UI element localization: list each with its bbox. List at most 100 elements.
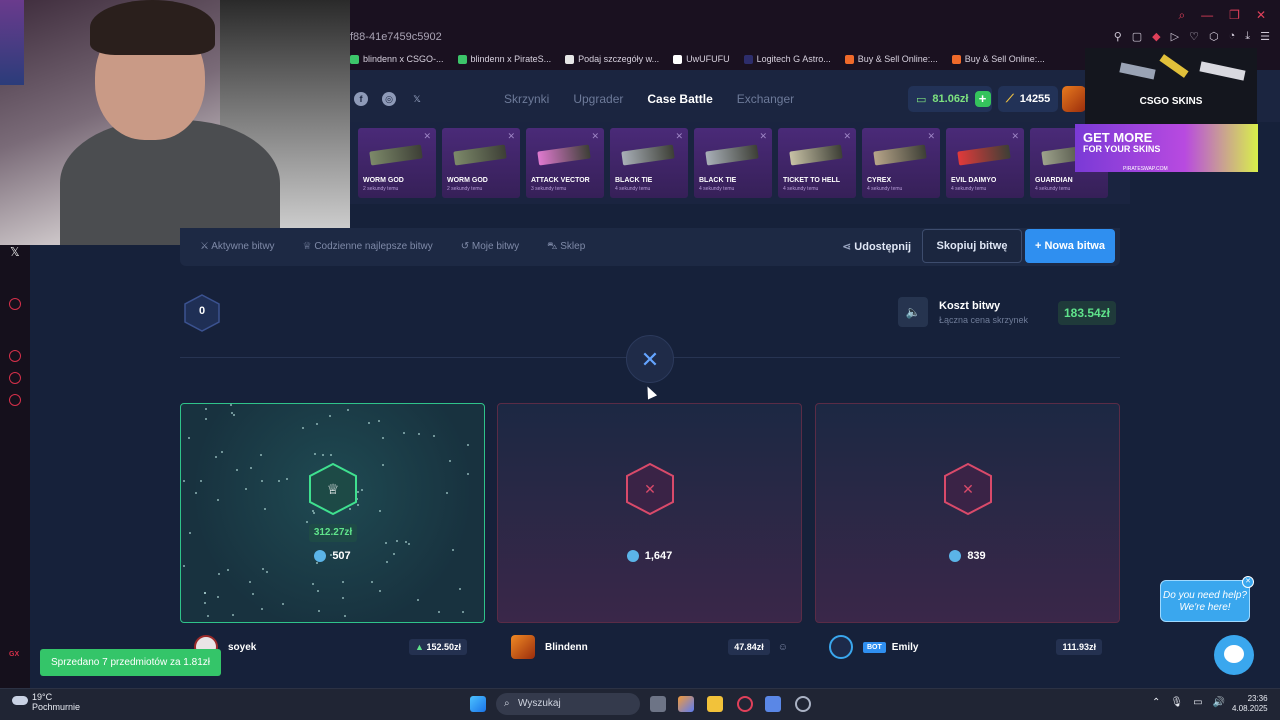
weapon-skin-image [873, 144, 927, 166]
bookmark-favicon-icon [350, 54, 359, 64]
search-icon[interactable]: ⌕ [1178, 8, 1185, 23]
snapshot-icon[interactable]: ▢ [1132, 30, 1142, 43]
download-icon[interactable]: ⤓ [1245, 30, 1250, 43]
chat-button[interactable] [1214, 635, 1254, 675]
tab-skrzynki[interactable]: Skrzynki [504, 92, 549, 106]
star-dot [188, 437, 190, 439]
bookmark-item[interactable]: Logitech G Astro... [743, 54, 831, 64]
sound-toggle-button[interactable]: 🔈 [898, 297, 928, 327]
player-name[interactable]: Blindenn [545, 642, 588, 653]
star-dot [316, 562, 318, 564]
drop-card[interactable]: ✕ CYREX 4 sekundy temu [862, 128, 940, 198]
play-icon[interactable]: ▷ [1171, 30, 1179, 43]
microphone-icon[interactable]: 🎙 [1170, 697, 1183, 708]
taskbar-clock[interactable]: 23:36 4.08.2025 [1232, 694, 1268, 714]
copilot-icon[interactable] [678, 696, 694, 712]
restore-icon[interactable]: ❐ [1229, 8, 1240, 23]
drop-card[interactable]: ✕ BLACK TIE 4 sekundy temu [694, 128, 772, 198]
x-twitter-icon[interactable]: 𝕏 [410, 92, 424, 106]
instagram-icon[interactable]: ◎ [382, 92, 396, 106]
menu-icon[interactable]: ☰ [1260, 30, 1270, 43]
drop-card[interactable]: ✕ EVIL DAIMYO 4 sekundy temu [946, 128, 1024, 198]
heart-icon[interactable]: ♡ [1189, 30, 1199, 43]
lost-hexagon: ✕ [944, 462, 992, 516]
chevron-up-icon[interactable]: ⌃ [1152, 697, 1160, 708]
new-battle-button[interactable]: + Nowa bitwa [1025, 229, 1115, 263]
drop-card[interactable]: ✕ WORM GOD 2 sekundy temu [358, 128, 436, 198]
app-icon[interactable] [795, 696, 811, 712]
star-dot [316, 423, 318, 425]
drop-card[interactable]: ✕ WORM GOD 2 sekundy temu [442, 128, 520, 198]
close-icon[interactable]: ✕ [927, 131, 935, 142]
store-icon[interactable] [765, 696, 781, 712]
close-icon[interactable]: ✕ [759, 131, 767, 142]
pocket-icon[interactable]: ◆ [1152, 30, 1160, 43]
player-panel-winner: ♕ 312.27zł 507 [180, 403, 485, 623]
share-button[interactable]: ⋖ Udostępnij [842, 240, 911, 253]
weather-widget[interactable]: 19°C Pochmurnie [12, 692, 80, 712]
file-explorer-icon[interactable] [707, 696, 723, 712]
star-dot [417, 599, 419, 601]
close-icon[interactable]: ✕ [423, 131, 431, 142]
star-dot [236, 469, 238, 471]
player-row: Blindenn 47.84zł ☺ [497, 630, 802, 664]
smiley-icon[interactable]: ☺ [778, 642, 788, 653]
player-avatar[interactable] [511, 635, 535, 659]
bookmark-item[interactable]: Buy & Sell Online:... [951, 54, 1045, 64]
link-daily-best[interactable]: ♕ Codzienne najlepsze bitwy [303, 241, 433, 254]
player-total: ▲ 152.50zł [409, 639, 467, 655]
extensions-icon[interactable]: ⬡ [1209, 30, 1219, 43]
help-bubble[interactable]: Do you need help? We're here! ✕ [1160, 576, 1254, 622]
link-active-battles[interactable]: ⚔ Aktywne bitwy [200, 241, 275, 254]
pin-icon[interactable]: ⚲ [1114, 30, 1122, 43]
deposit-plus-icon[interactable]: + [974, 91, 991, 107]
close-icon[interactable]: ✕ [675, 131, 683, 142]
weather-temp: 19°C [32, 692, 53, 702]
drop-name: CYREX [867, 177, 892, 184]
balance-display[interactable]: ▭ 81.06zł + [908, 86, 992, 112]
drop-card[interactable]: ✕ ATTACK VECTOR 3 sekundy temu [526, 128, 604, 198]
copy-battle-button[interactable]: Skopiuj bitwę [922, 229, 1022, 263]
volume-icon[interactable]: 🔊 [1213, 697, 1225, 708]
bookmark-item[interactable]: Buy & Sell Online:... [844, 54, 938, 64]
rifle-image [1199, 61, 1246, 81]
bookmark-item[interactable]: blindenn x CSGO-... [350, 54, 444, 64]
close-icon[interactable]: ✕ [843, 131, 851, 142]
drop-time: 4 sekundy temu [867, 186, 903, 192]
close-icon[interactable]: ✕ [1256, 8, 1266, 23]
coins-display[interactable]: ⟋ 14255 [998, 86, 1058, 112]
ad-banner[interactable]: GET MORE FOR YOUR SKINS PIRATESWAP.COM [1075, 124, 1258, 172]
star-dot [230, 404, 232, 406]
account-icon[interactable]: ◔ [1229, 30, 1236, 43]
settings-icon[interactable] [9, 394, 21, 406]
toast-notification[interactable]: Sprzedano 7 przedmiotów za 1.81zł [40, 649, 221, 676]
player-name[interactable]: soyek [228, 642, 256, 653]
tab-upgrader[interactable]: Upgrader [573, 92, 623, 106]
link-my-battles[interactable]: ↺ Moje bitwy [461, 241, 519, 254]
social-links: f ◎ 𝕏 [354, 92, 424, 106]
bookmark-item[interactable]: blindenn x PirateS... [457, 54, 551, 64]
close-icon[interactable]: ✕ [507, 131, 515, 142]
close-icon[interactable]: ✕ [591, 131, 599, 142]
task-view-icon[interactable] [650, 696, 666, 712]
history-icon[interactable] [9, 350, 21, 362]
windows-start-icon[interactable] [470, 696, 486, 712]
facebook-icon[interactable]: f [354, 92, 368, 106]
drop-card[interactable]: ✕ TICKET TO HELL 4 sekundy temu [778, 128, 856, 198]
x-twitter-icon[interactable]: 𝕏 [10, 245, 20, 259]
bookmark-item[interactable]: Podaj szczegóły w... [565, 54, 659, 64]
drop-card[interactable]: ✕ BLACK TIE 4 sekundy temu [610, 128, 688, 198]
close-icon[interactable]: ✕ [1242, 576, 1254, 588]
taskbar-search[interactable]: ⌕ Wyszukaj [496, 693, 640, 715]
display-icon[interactable]: ▭ [1193, 697, 1202, 708]
user-avatar[interactable] [1062, 86, 1086, 112]
close-icon[interactable]: ✕ [1011, 131, 1019, 142]
opera-gx-icon[interactable] [737, 696, 753, 712]
extensions-icon[interactable] [9, 372, 21, 384]
tab-exchanger[interactable]: Exchanger [737, 92, 794, 106]
minimize-icon[interactable]: — [1201, 8, 1213, 23]
player-icon[interactable] [9, 298, 21, 310]
link-shop[interactable]: ⛍ Sklep [547, 241, 585, 254]
tab-case-battle[interactable]: Case Battle [647, 92, 712, 106]
bookmark-item[interactable]: UwUFUFU [673, 54, 730, 64]
